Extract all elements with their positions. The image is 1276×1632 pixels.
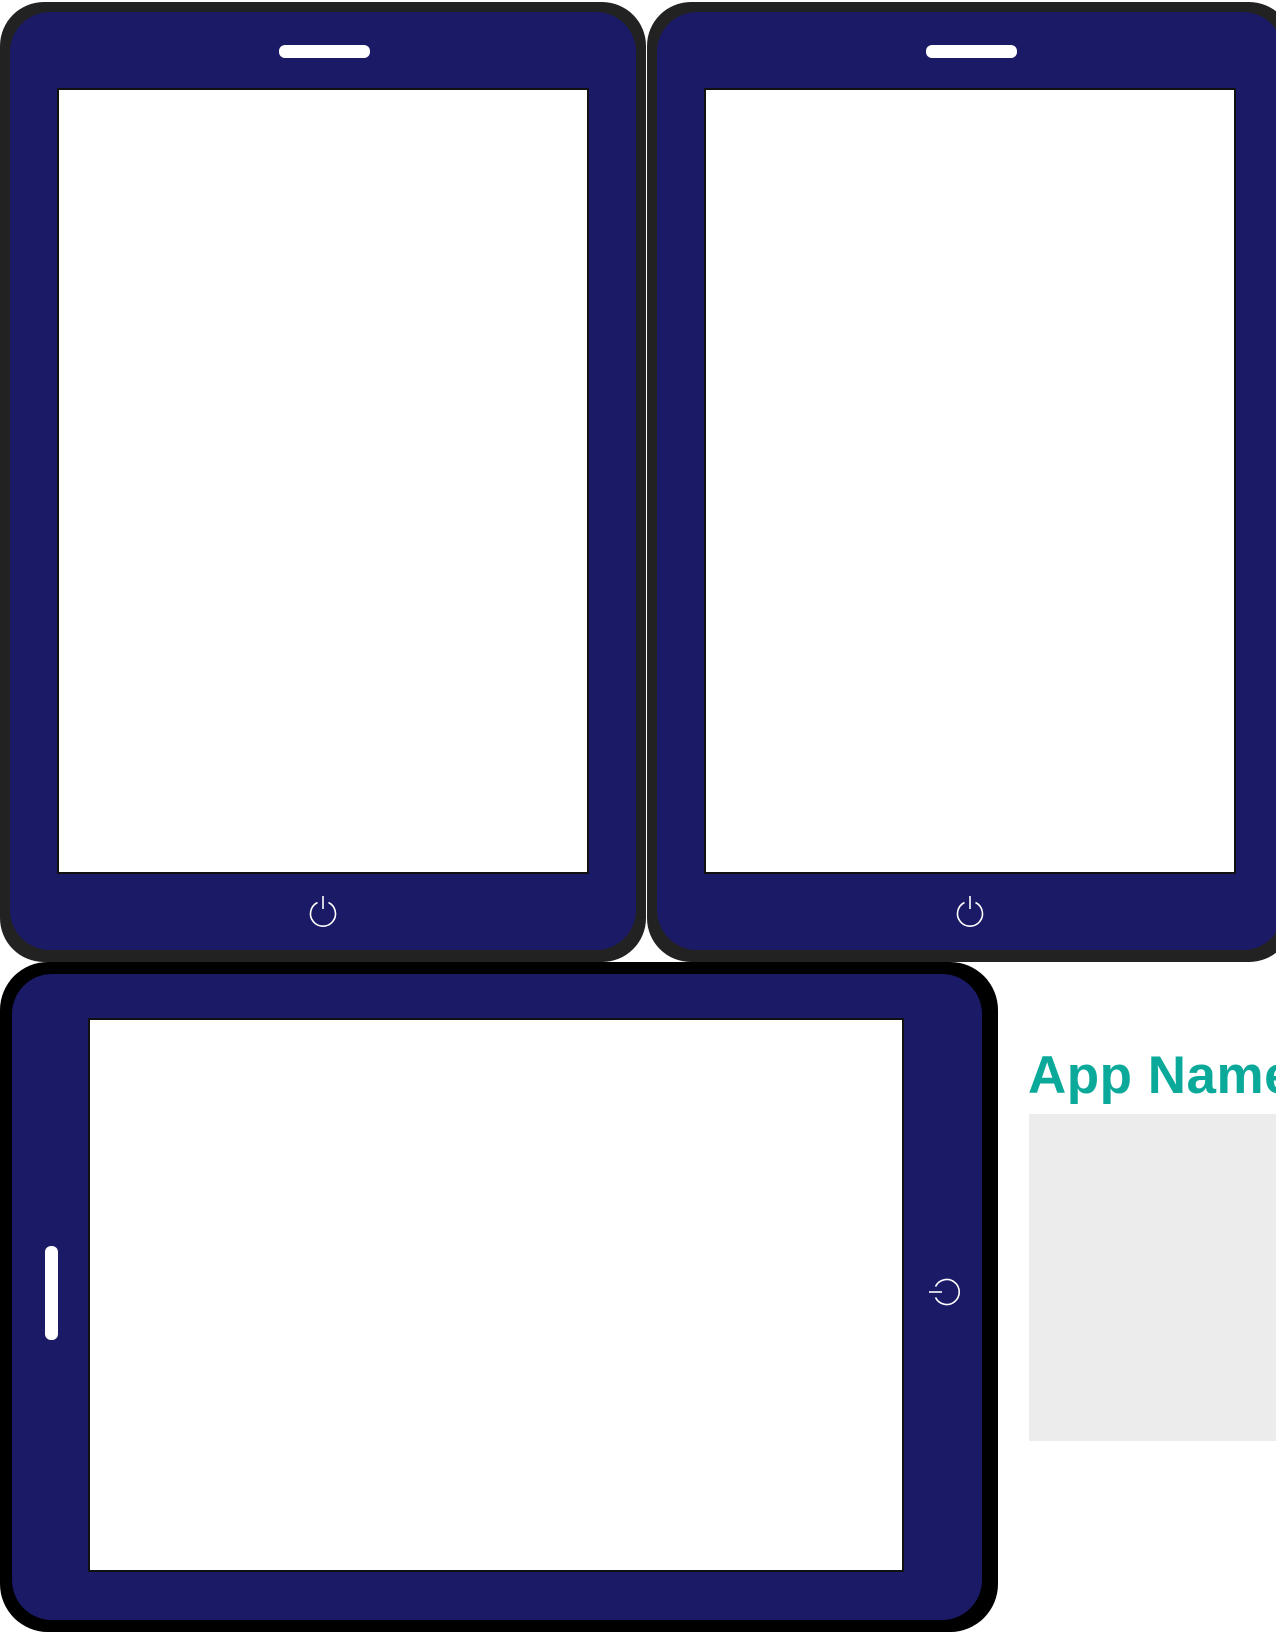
speaker-slot [926, 45, 1017, 58]
power-icon[interactable] [306, 894, 340, 928]
tablet-screen[interactable] [704, 88, 1236, 874]
speaker-slot [45, 1246, 58, 1340]
power-icon[interactable] [953, 894, 987, 928]
tablet-screen[interactable] [88, 1018, 904, 1572]
speaker-slot [279, 45, 370, 58]
power-icon[interactable] [927, 1275, 961, 1309]
app-info-panel: App Name [1028, 1046, 1276, 1106]
tablet-portrait-1 [0, 2, 646, 962]
tablet-landscape [0, 962, 998, 1632]
app-preview-placeholder [1029, 1114, 1276, 1441]
tablet-portrait-2 [647, 2, 1276, 962]
app-name-title: App Name [1028, 1046, 1276, 1105]
tablet-screen[interactable] [57, 88, 589, 874]
